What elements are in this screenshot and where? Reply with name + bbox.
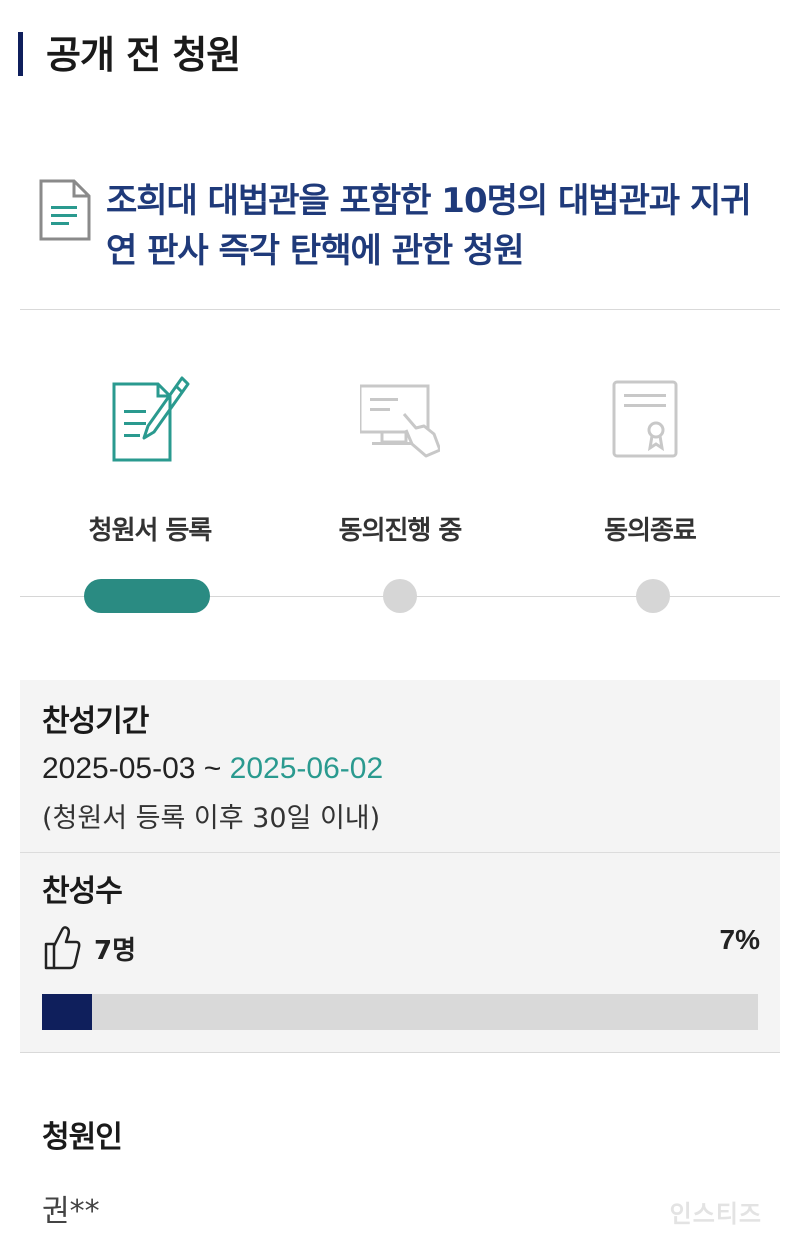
title-divider [20,309,780,310]
period-note: (청원서 등록 이후 30일 이내) [42,803,381,834]
vote-progress-fill [42,994,93,1030]
period-end: 2025-06-02 [229,752,384,785]
petitioner-label: 청원인 [42,1120,123,1155]
petition-title-block: 조희대 대법관을 포함한 10명의 대법관과 지귀연 판사 즉각 탄핵에 관한 … [38,170,778,290]
step-indicator-active [84,579,210,613]
petition-title: 조희대 대법관을 포함한 10명의 대법관과 지귀연 판사 즉각 탄핵에 관한 … [106,181,752,271]
info-bottom-divider [20,1052,780,1053]
step-indicator-dot [383,579,417,613]
step-indicator-dot [636,579,670,613]
step-label: 청원서 등록 [88,516,213,546]
page-title: 공개 전 청원 [46,33,241,77]
monitor-touch-icon [360,384,440,458]
period-separator: ~ [195,752,230,785]
petition-info-box: 찬성기간 2025-05-03 ~ 2025-06-02 (청원서 등록 이후 … [20,680,780,1052]
step-label: 동의종료 [604,516,697,546]
votes-label: 찬성수 [42,874,123,909]
vote-progress-bar [42,994,758,1030]
vote-percent: 7% [719,924,760,955]
document-icon [39,179,91,241]
certificate-icon [612,380,678,458]
period-label: 찬성기간 [42,704,149,739]
header-accent-bar [18,32,23,76]
petitioner-name: 권** [42,1194,100,1229]
period-start: 2025-05-03 [42,752,196,785]
watermark: 인스티즈 [669,1200,762,1228]
info-divider [20,852,780,853]
vote-count: 7명 [94,936,137,966]
step-label: 동의진행 중 [338,516,463,546]
period-range: 2025-05-03 ~ 2025-06-02 [42,752,383,786]
document-pen-icon [112,376,190,462]
thumbs-up-icon [44,926,81,970]
